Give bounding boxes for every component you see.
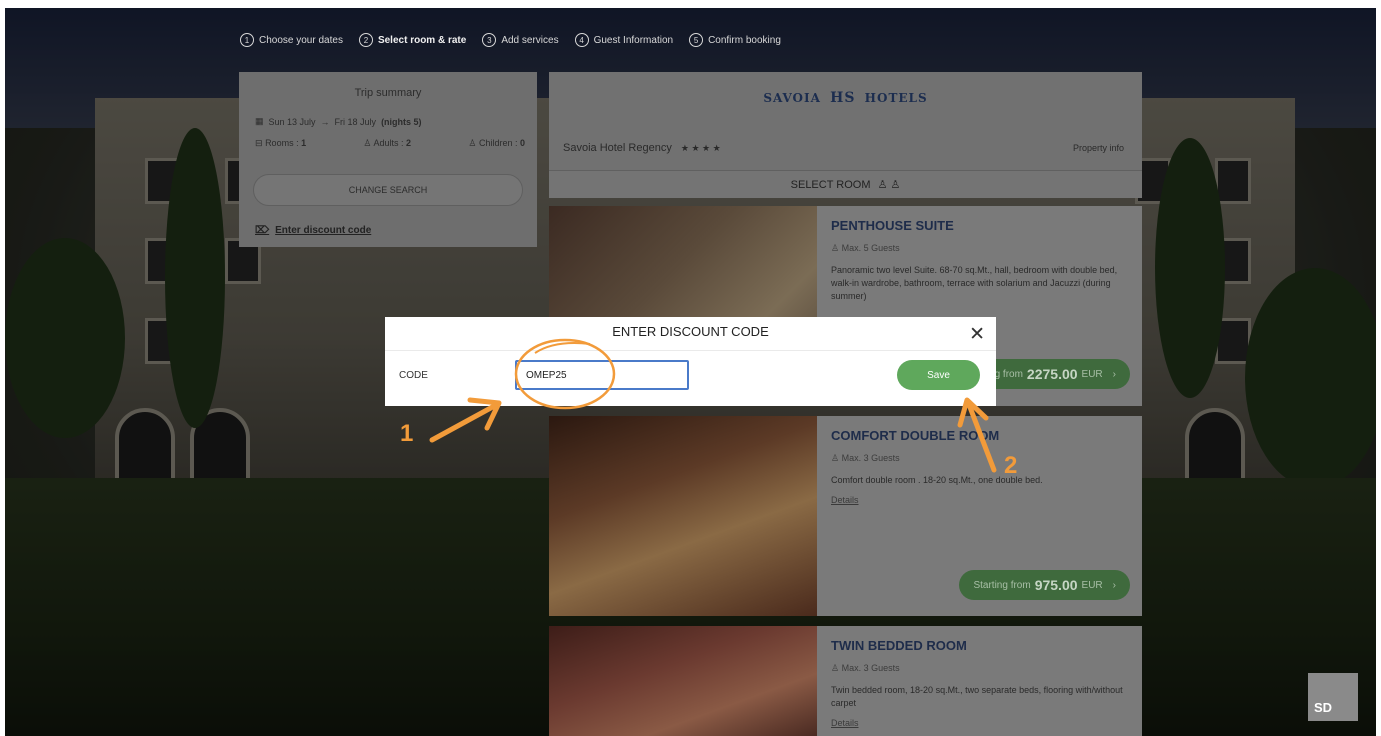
room-max-guests: ♙ Max. 3 Guests: [831, 663, 1131, 674]
hotel-name-text: Savoia Hotel Regency: [563, 142, 672, 154]
code-label: CODE: [399, 370, 428, 381]
step-label: Guest Information: [593, 34, 674, 46]
room-name[interactable]: TWIN BEDDED ROOM: [831, 638, 1131, 653]
room-guests-text: Max. 3 Guests: [841, 453, 900, 463]
room-card: COMFORT DOUBLE ROOM ♙ Max. 3 Guests Comf…: [549, 416, 1142, 616]
logo-mark: HS: [830, 90, 856, 106]
room-name[interactable]: COMFORT DOUBLE ROOM: [831, 428, 1131, 443]
nights-count: (nights 5): [381, 116, 422, 127]
step-number: 4: [574, 33, 589, 47]
select-room-label: SELECT ROOM: [790, 179, 871, 191]
check-out-date: Fri 18 July: [334, 116, 377, 127]
bed-icon: ⊟: [255, 138, 263, 148]
room-max-guests: ♙ Max. 5 Guests: [831, 243, 1131, 254]
arrow-right-icon: →: [320, 116, 330, 127]
step-number: 5: [689, 33, 704, 47]
room-price-button[interactable]: Starting from 975.00 EUR ›: [959, 570, 1130, 600]
room-photo[interactable]: [549, 626, 817, 736]
room-info: TWIN BEDDED ROOM ♙ Max. 3 Guests Twin be…: [831, 638, 1131, 728]
room-info: COMFORT DOUBLE ROOM ♙ Max. 3 Guests Comf…: [831, 428, 1131, 505]
chevron-right-icon: ›: [1112, 368, 1116, 380]
calendar-icon: ▦: [255, 116, 264, 126]
step-select-room[interactable]: 2 Select room & rate: [358, 33, 467, 47]
tag-icon: ⌦: [255, 225, 270, 236]
check-in-date: Sun 13 July: [268, 116, 316, 127]
room-photo[interactable]: [549, 416, 817, 616]
discount-code-input[interactable]: [515, 360, 689, 390]
room-details-link[interactable]: Details: [831, 718, 1131, 728]
children-label: Children :: [478, 138, 518, 148]
adults-count: ♙ Adults : 2: [363, 138, 411, 149]
room-name[interactable]: PENTHOUSE SUITE: [831, 218, 1131, 233]
booking-steps: 1 Choose your dates 2 Select room & rate…: [240, 33, 781, 47]
children-count: ♙ Children : 0: [468, 138, 525, 149]
rooms-value: 1: [301, 138, 307, 148]
price-currency: EUR: [1081, 579, 1103, 591]
step-guest-information[interactable]: 4 Guest Information: [574, 33, 674, 47]
step-label: Select room & rate: [377, 34, 467, 46]
step-number: 3: [482, 33, 497, 47]
change-search-button[interactable]: CHANGE SEARCH: [253, 174, 523, 206]
logo-text-left: SAVOIA: [763, 91, 821, 105]
room-details-link[interactable]: Details: [831, 495, 1131, 505]
hotel-header-panel: SAVOIA HS HOTELS Savoia Hotel Regency ★ …: [549, 72, 1142, 198]
room-description: Panoramic two level Suite. 68-70 sq.Mt.,…: [831, 265, 1118, 301]
annotation-number-2: 2: [1004, 452, 1018, 479]
room-guests-text: Max. 3 Guests: [841, 663, 900, 673]
adults-value: 2: [406, 138, 412, 148]
step-number: 2: [358, 33, 373, 47]
trip-summary-title: Trip summary: [354, 87, 422, 99]
person-icon: ♙: [831, 453, 840, 463]
room-card: TWIN BEDDED ROOM ♙ Max. 3 Guests Twin be…: [549, 626, 1142, 736]
annotation-number-1: 1: [400, 420, 414, 447]
price-amount: 2275.00: [1026, 366, 1078, 382]
room-description: Twin bedded room, 18-20 sq.Mt., two sepa…: [831, 685, 1123, 708]
step-number: 1: [240, 33, 254, 47]
person-icon: ♙: [831, 663, 840, 673]
sd-badge: SD: [1308, 673, 1358, 721]
step-choose-dates[interactable]: 1 Choose your dates: [240, 33, 343, 47]
room-guests-text: Max. 5 Guests: [841, 243, 900, 253]
child-icon: ♙: [468, 138, 477, 148]
hotel-name: Savoia Hotel Regency ★ ★ ★ ★: [563, 142, 721, 154]
property-info-link[interactable]: Property info: [1073, 143, 1124, 153]
step-label: Confirm booking: [708, 34, 781, 46]
price-currency: EUR: [1081, 368, 1103, 380]
select-room-bar: SELECT ROOM ♙ ♙: [549, 170, 1142, 198]
save-button[interactable]: Save: [897, 360, 980, 390]
step-add-services[interactable]: 3 Add services: [482, 33, 559, 47]
step-confirm-booking[interactable]: 5 Confirm booking: [689, 33, 781, 47]
modal-title: ENTER DISCOUNT CODE: [612, 324, 769, 339]
step-label: Choose your dates: [259, 34, 343, 46]
person-icon: ♙: [363, 138, 372, 148]
rooms-count: ⊟ Rooms : 1: [255, 138, 306, 149]
person-icon: ♙: [831, 243, 840, 253]
logo-text-right: HOTELS: [864, 91, 928, 105]
close-icon[interactable]: ✕: [969, 325, 985, 344]
step-label: Add services: [501, 34, 559, 46]
chevron-right-icon: ›: [1112, 579, 1116, 591]
guests-icon: ♙ ♙: [877, 179, 901, 191]
children-value: 0: [519, 138, 525, 148]
rooms-label: Rooms :: [265, 138, 299, 148]
room-description: Comfort double room . 18-20 sq.Mt., one …: [831, 475, 1043, 485]
discount-link-label: Enter discount code: [275, 225, 372, 236]
adults-label: Adults :: [373, 138, 404, 148]
price-amount: 975.00: [1034, 577, 1078, 593]
room-info: PENTHOUSE SUITE ♙ Max. 5 Guests Panorami…: [831, 218, 1131, 303]
trip-summary-panel: Trip summary ▦ Sun 13 July → Fri 18 July…: [239, 72, 537, 247]
modal-divider: [385, 350, 996, 351]
trip-counts: ⊟ Rooms : 1 ♙ Adults : 2 ♙ Children : 0: [255, 138, 525, 149]
discount-code-modal: ENTER DISCOUNT CODE ✕ CODE Save: [385, 317, 996, 406]
hotel-logo: SAVOIA HS HOTELS: [549, 90, 1142, 106]
trip-dates: ▦ Sun 13 July → Fri 18 July (nights 5): [255, 116, 422, 127]
price-prefix: Starting from: [973, 579, 1031, 591]
star-rating: ★ ★ ★ ★: [680, 143, 721, 153]
enter-discount-code-link[interactable]: ⌦ Enter discount code: [255, 225, 371, 236]
room-max-guests: ♙ Max. 3 Guests: [831, 453, 1131, 464]
